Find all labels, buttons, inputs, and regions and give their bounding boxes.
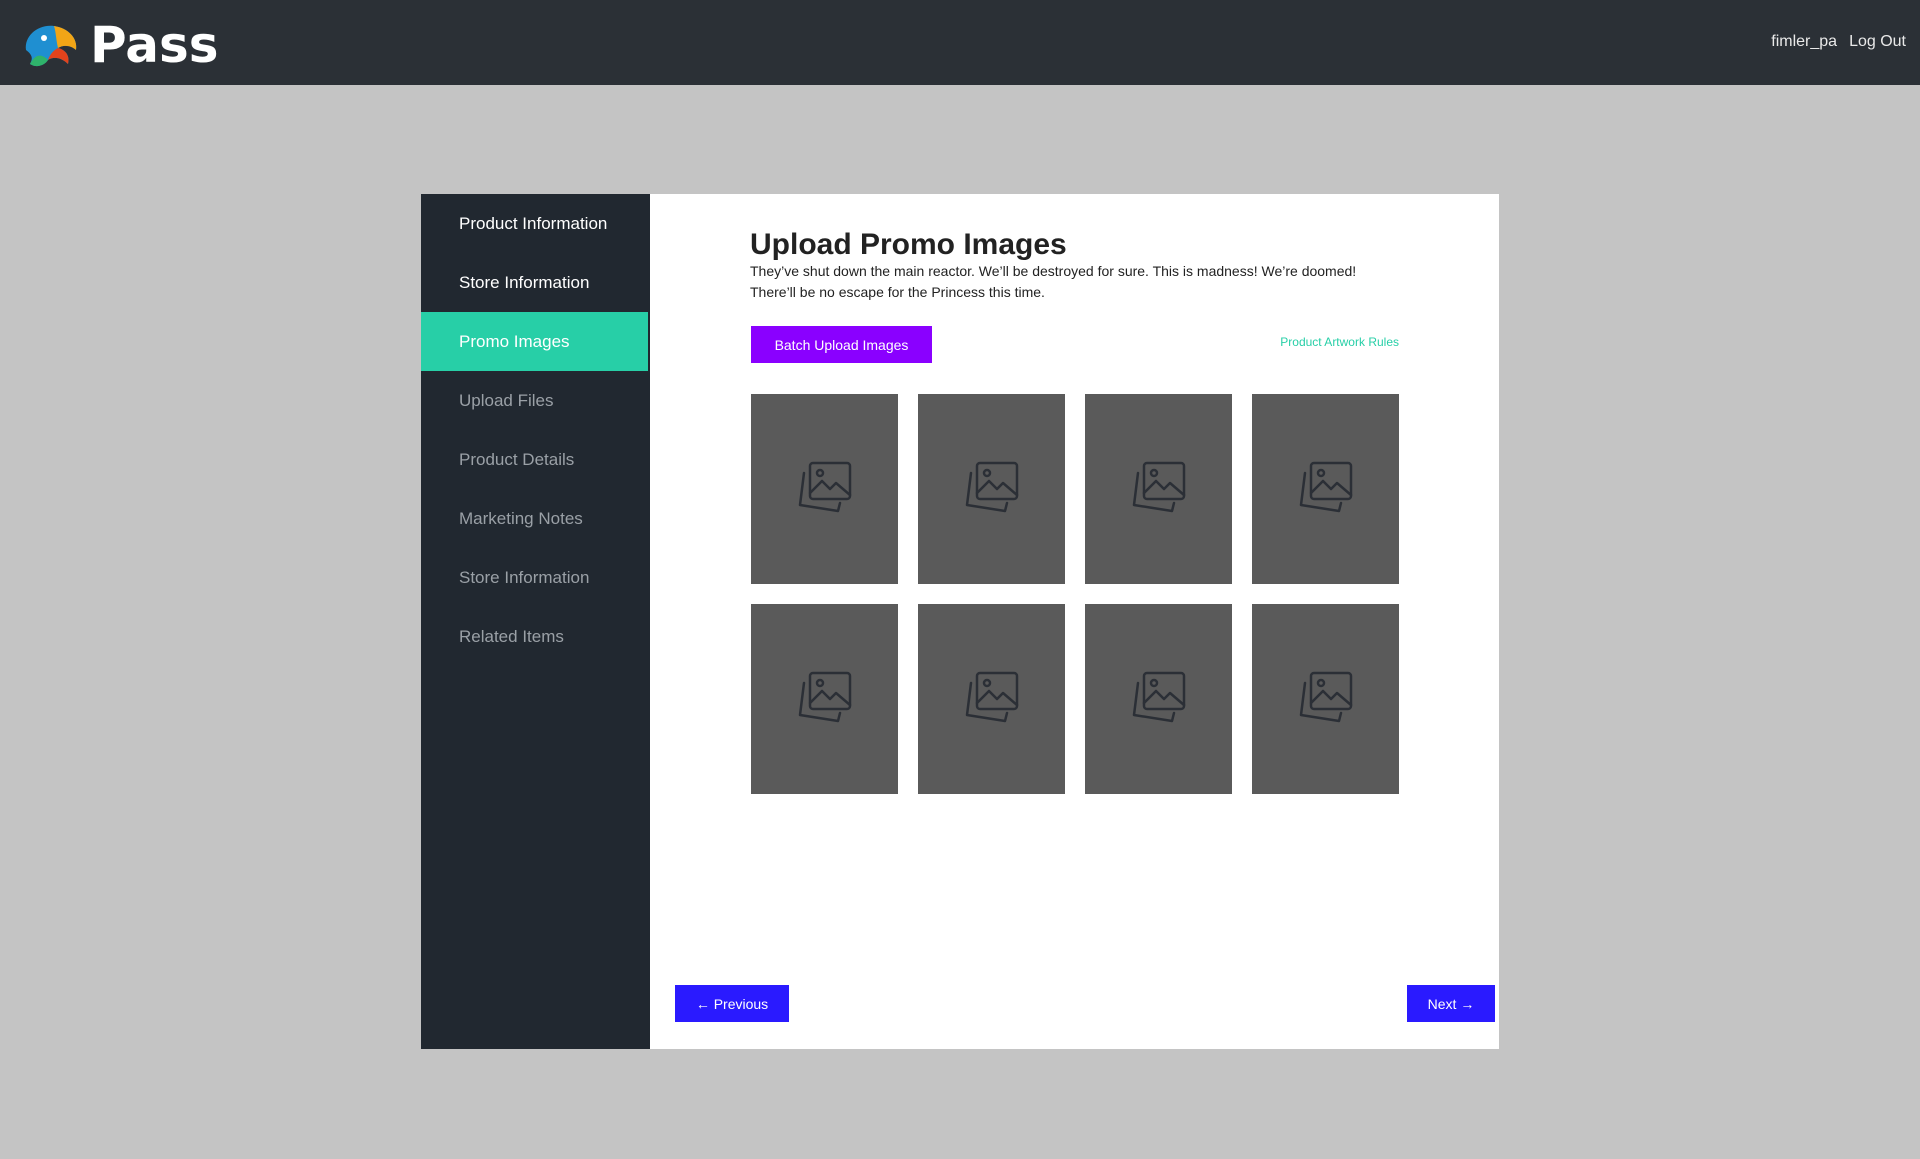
next-button[interactable]: Next → <box>1407 985 1495 1022</box>
previous-button[interactable]: ← Previous <box>675 985 789 1022</box>
promo-image-grid <box>751 394 1399 794</box>
product-artwork-rules-link[interactable]: Product Artwork Rules <box>1280 335 1399 349</box>
username-link[interactable]: fimler_pa <box>1771 33 1837 51</box>
image-upload-slot[interactable] <box>918 604 1065 794</box>
image-upload-slot[interactable] <box>1252 394 1399 584</box>
image-placeholder-icon <box>1130 669 1188 730</box>
main-panel: Upload Promo Images They’ve shut down th… <box>650 194 1499 1049</box>
image-upload-slot[interactable] <box>1085 394 1232 584</box>
image-upload-slot[interactable] <box>1252 604 1399 794</box>
brand-logo[interactable]: Pass <box>20 20 219 70</box>
wizard-sidebar: Product Information Store Information Pr… <box>421 194 650 1049</box>
image-placeholder-icon <box>1297 669 1355 730</box>
image-placeholder-icon <box>796 459 854 520</box>
image-placeholder-icon <box>1130 459 1188 520</box>
user-area: fimler_pa Log Out <box>1771 33 1906 51</box>
top-bar: Pass fimler_pa Log Out <box>0 0 1920 85</box>
image-placeholder-icon <box>796 669 854 730</box>
sidebar-item-related-items[interactable]: Related Items <box>421 607 648 666</box>
sidebar-item-product-information[interactable]: Product Information <box>421 194 648 253</box>
parrot-logo-icon <box>25 25 77 67</box>
image-placeholder-icon <box>1297 459 1355 520</box>
brand-name: Pass <box>90 16 219 74</box>
image-upload-slot[interactable] <box>751 604 898 794</box>
image-upload-slot[interactable] <box>1085 604 1232 794</box>
sidebar-item-product-details[interactable]: Product Details <box>421 430 648 489</box>
sidebar-item-marketing-notes[interactable]: Marketing Notes <box>421 489 648 548</box>
batch-upload-button[interactable]: Batch Upload Images <box>751 326 932 363</box>
sidebar-item-store-information[interactable]: Store Information <box>421 253 648 312</box>
page-description: They’ve shut down the main reactor. We’l… <box>750 263 1357 300</box>
page-title: Upload Promo Images <box>750 228 1067 261</box>
wizard-card: Product Information Store Information Pr… <box>421 194 1499 1049</box>
sidebar-item-promo-images[interactable]: Promo Images <box>421 312 648 371</box>
image-placeholder-icon <box>963 669 1021 730</box>
image-upload-slot[interactable] <box>918 394 1065 584</box>
sidebar-item-store-information-2[interactable]: Store Information <box>421 548 648 607</box>
image-upload-slot[interactable] <box>751 394 898 584</box>
sidebar-item-upload-files[interactable]: Upload Files <box>421 371 648 430</box>
logout-link[interactable]: Log Out <box>1849 33 1906 51</box>
image-placeholder-icon <box>963 459 1021 520</box>
